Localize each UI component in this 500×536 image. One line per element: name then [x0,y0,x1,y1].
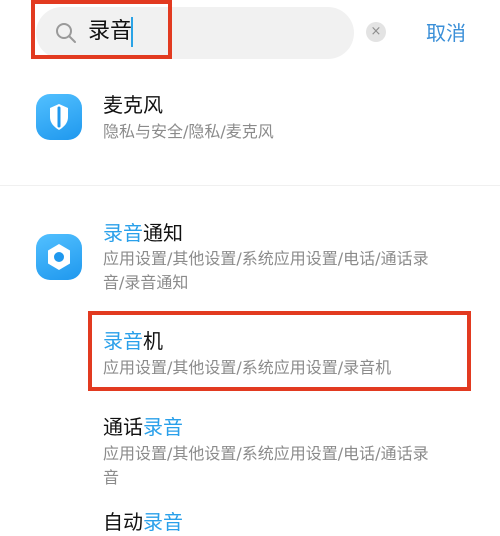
result-path-line1: 应用设置/其他设置/系统应用设置/电话/通话录 [103,444,429,463]
result-path-line2: 音/录音通知 [103,273,189,292]
result-path-line2: 音 [103,468,120,487]
result-title: 通话录音 [103,415,183,439]
result-title: 录音通知 [103,221,183,245]
search-bar: 录音 × 取消 [0,0,500,70]
result-title: 麦克风 [103,93,163,117]
settings-gear-icon [36,234,82,280]
result-path: 隐私与安全/隐私/麦克风 [103,122,274,141]
section-divider [0,185,500,186]
shield-icon [36,94,82,140]
result-title: 自动录音 [103,510,183,534]
annotation-box-recorder [88,311,471,391]
annotation-box-search [31,0,172,59]
cancel-button[interactable]: 取消 [426,18,466,48]
clear-icon[interactable]: × [366,22,386,42]
result-path-line1: 应用设置/其他设置/系统应用设置/电话/通话录 [103,249,429,268]
